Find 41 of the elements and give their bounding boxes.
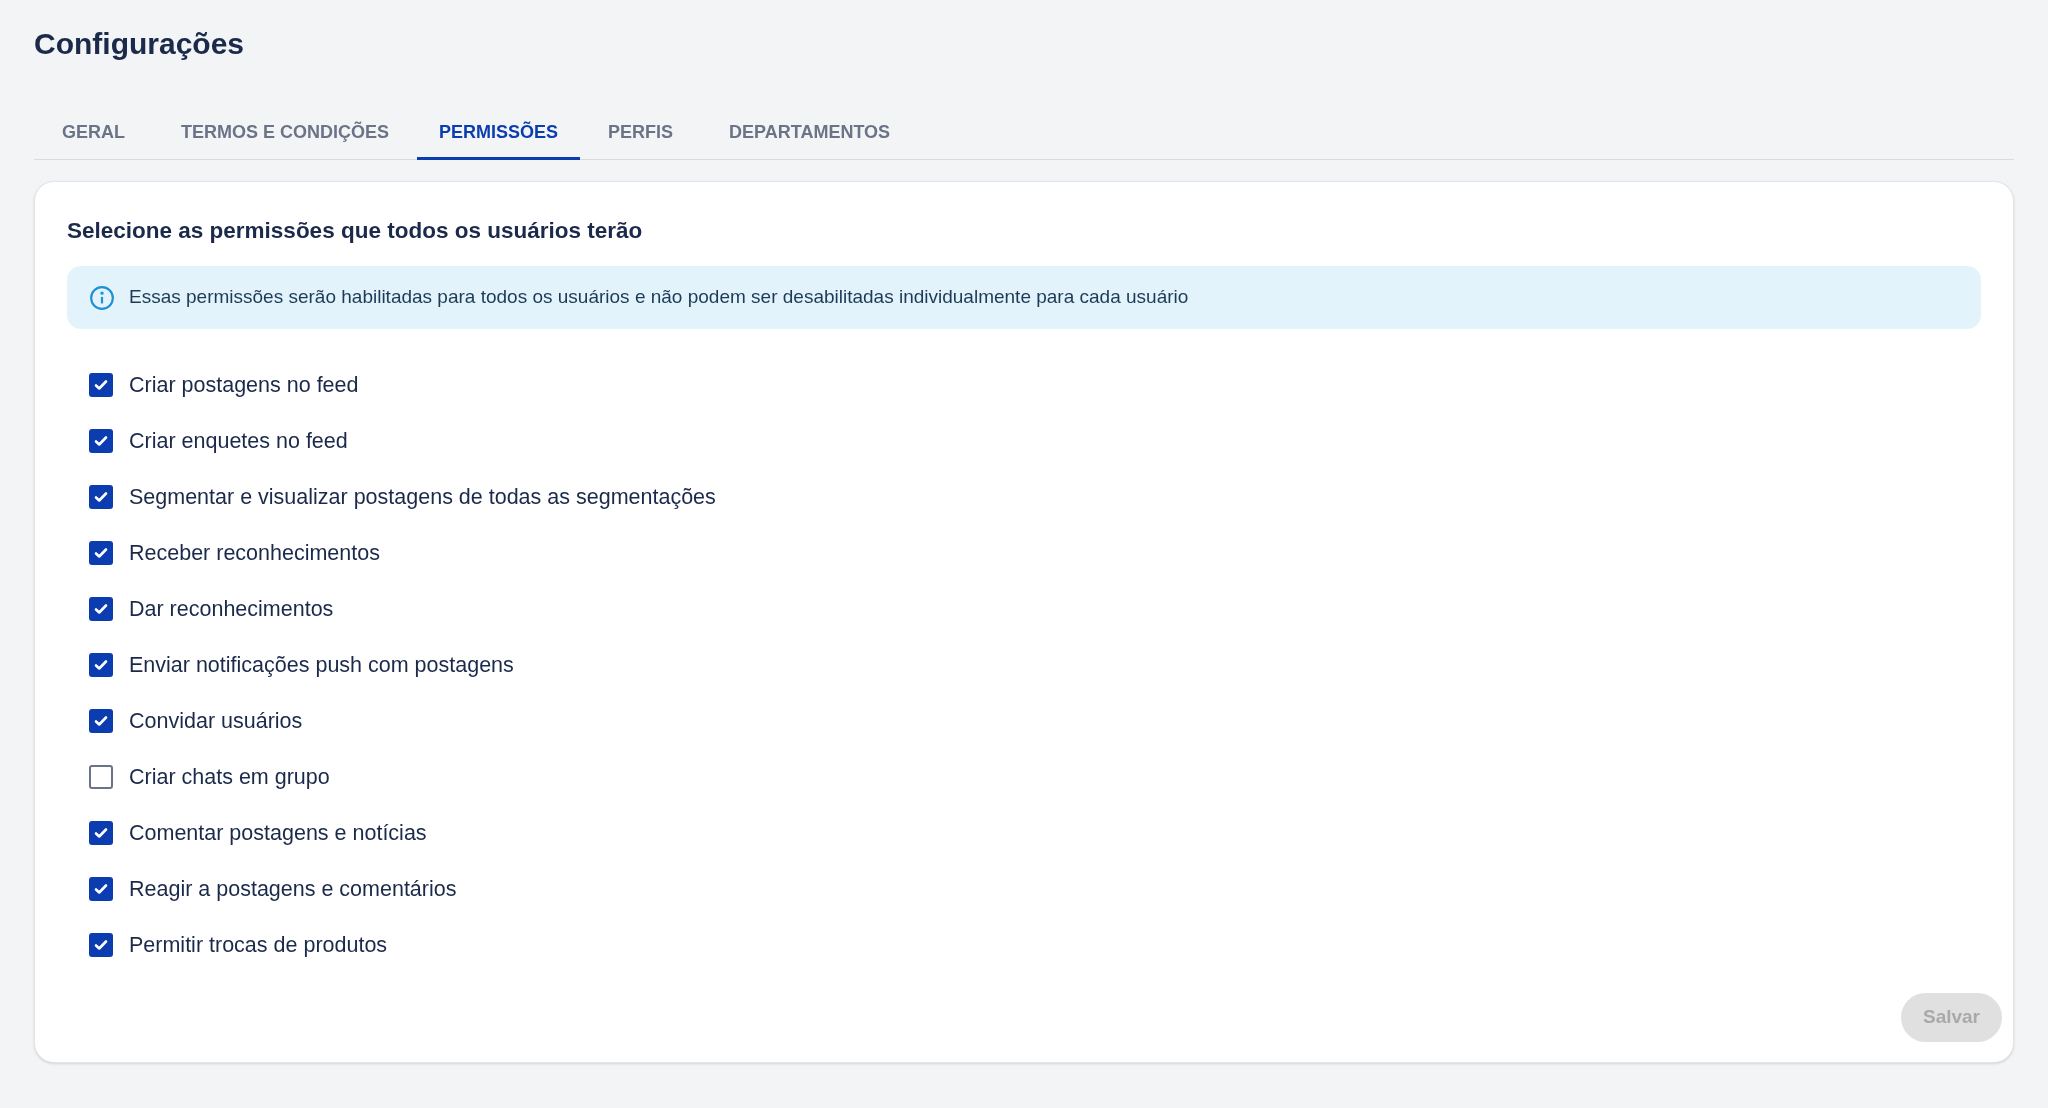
page-title: Configurações [34,26,246,62]
checkmark-icon [93,433,109,449]
info-text: Essas permissões serão habilitadas para todos os usuários e não podem ser desabilitadas individualmente para cada usuário [129,285,1189,310]
checkbox[interactable] [89,373,113,397]
permission-label: Convidar usuários [129,707,303,735]
checkbox[interactable] [89,821,113,845]
checkmark-icon [93,713,109,729]
permission-label: Comentar postagens e notícias [129,819,427,847]
checkbox[interactable] [89,597,113,621]
checkbox[interactable] [89,541,113,565]
tab[interactable]: TERMOS E CONDIÇÕES [153,108,418,160]
permission-label: Reagir a postagens e comentários [129,875,457,903]
checkbox[interactable] [89,709,113,733]
tab[interactable]: PERMISSÕES [417,108,581,160]
permission-label: Permitir trocas de produtos [129,931,388,959]
tab[interactable]: GERAL [34,108,153,160]
checkmark-icon [93,657,109,673]
checkbox[interactable] [89,485,113,509]
checkbox[interactable] [89,765,113,789]
permission-label: Criar enquetes no feed [129,427,348,455]
checkmark-icon [93,377,109,393]
permission-label: Receber reconhecimentos [129,539,380,567]
checkmark-icon [93,937,109,953]
checkbox[interactable] [89,877,113,901]
checkmark-icon [93,881,109,897]
permission-label: Dar reconhecimentos [129,595,334,623]
tab[interactable]: PERFIS [580,108,702,160]
permission-label: Segmentar e visualizar postagens de todas as segmentações [129,483,716,511]
card-heading: Selecione as permissões que todos os usuários terão [67,217,644,245]
checkmark-icon [93,545,109,561]
info-icon [89,284,115,311]
checkmark-icon [93,825,109,841]
permission-label: Criar postagens no feed [129,371,359,399]
permission-label: Enviar notificações push com postagens [129,651,514,679]
checkbox[interactable] [89,653,113,677]
checkmark-icon [93,601,109,617]
checkmark-icon [93,489,109,505]
checkbox[interactable] [89,933,113,957]
tab[interactable]: DEPARTAMENTOS [701,108,919,160]
permission-label: Criar chats em grupo [129,763,330,791]
checkbox[interactable] [89,429,113,453]
